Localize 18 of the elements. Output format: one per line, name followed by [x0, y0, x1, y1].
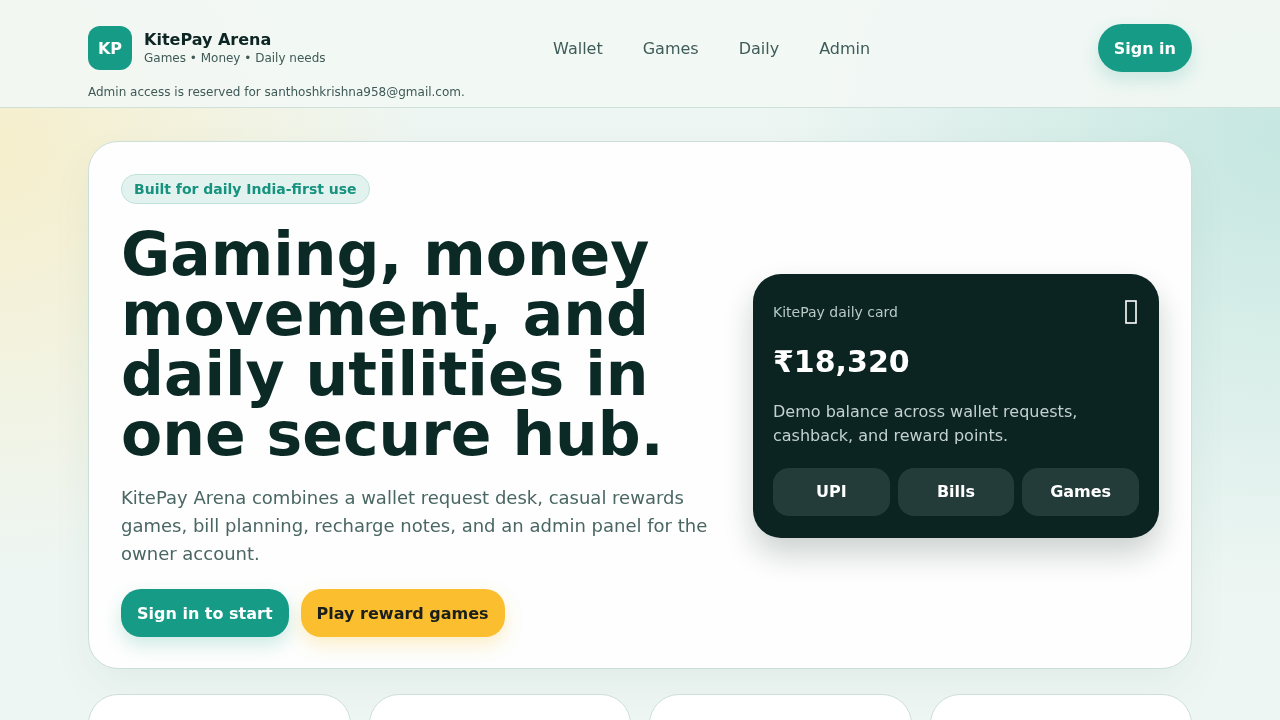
card-action-button[interactable]: Bills: [897, 467, 1015, 516]
hero-headline: Gaming, money movement, and daily utilities in one secure hub.: [121, 224, 665, 464]
card-action-button[interactable]: Games: [1022, 467, 1139, 516]
card-description: Demo balance across wallet requests, cashback, and reward points.: [773, 400, 1079, 447]
play-games-button[interactable]: Play reward games: [300, 589, 505, 637]
tagline-badge: Built for daily India-first use: [121, 174, 370, 204]
hero-description: KitePay Arena combines a wallet request desk, casual rewards games, bill planning, recharge notes, and an admin panel for the owner account.: [121, 486, 709, 566]
brand-name: KitePay Arena: [144, 30, 273, 50]
card-label: KitePay daily card: [773, 303, 898, 320]
admin-note: Admin access is reserved for santhoshkrishna958@gmail.com.: [88, 84, 466, 100]
nav-link[interactable]: Games: [642, 38, 699, 58]
nav-link[interactable]: Admin: [819, 38, 871, 58]
nav-link[interactable]: Daily: [738, 38, 780, 58]
card-action-button[interactable]: UPI: [773, 467, 890, 516]
brand-tagline: Games • Money • Daily needs: [144, 50, 326, 66]
placeholder-glyph-icon: [1125, 299, 1137, 324]
nav-link[interactable]: Wallet: [553, 38, 603, 58]
card-balance: ₹18,320: [773, 343, 911, 380]
